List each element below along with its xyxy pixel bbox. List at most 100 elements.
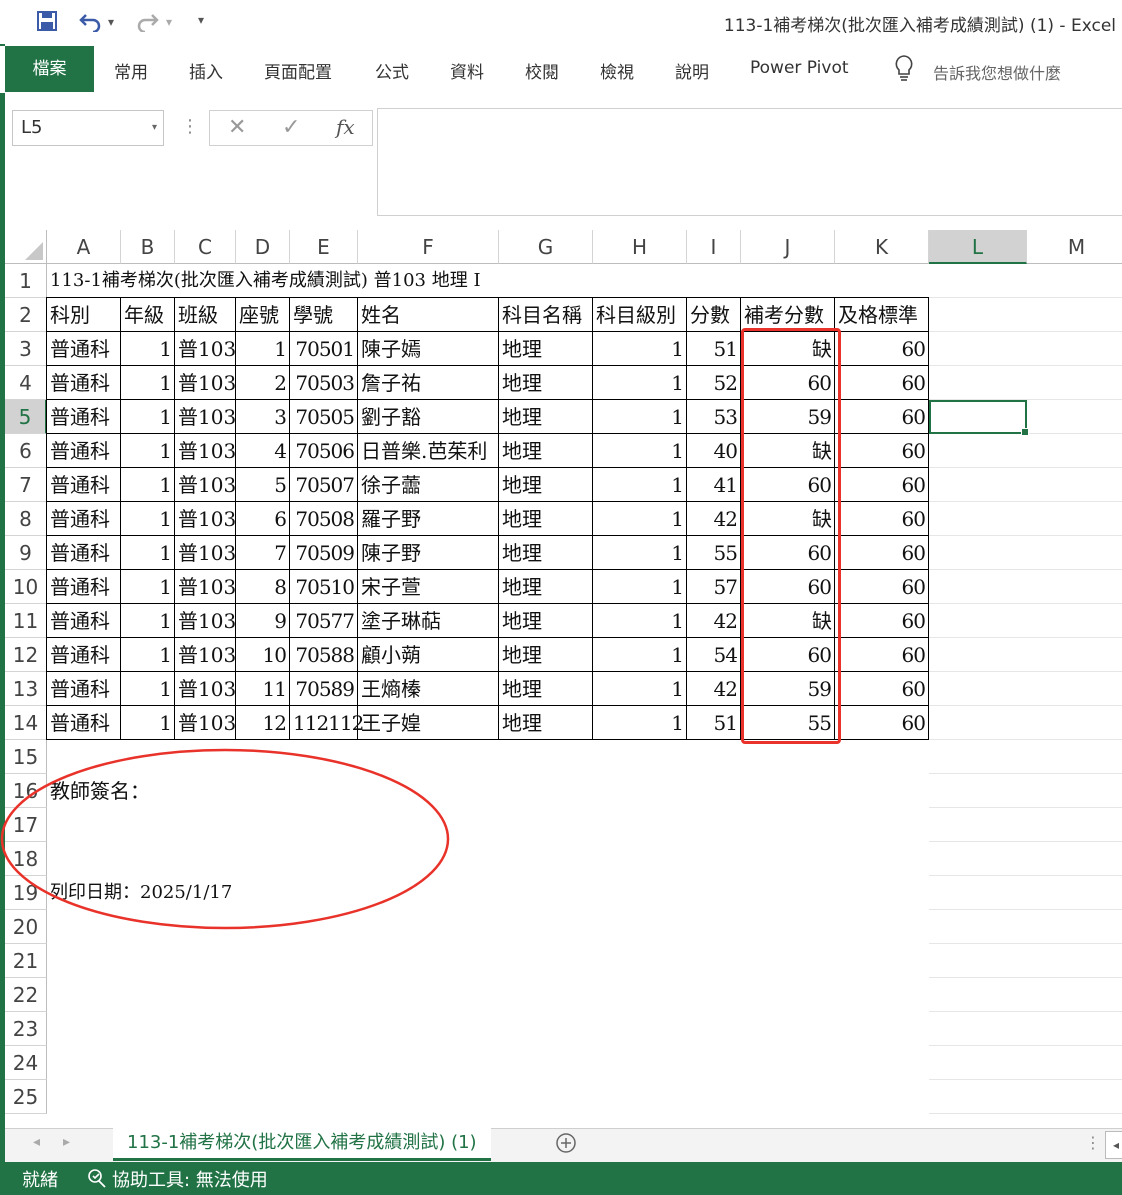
- table-cell[interactable]: 普通科: [47, 434, 121, 468]
- table-cell[interactable]: 普通科: [47, 604, 121, 638]
- customize-toolbar-icon[interactable]: ▾: [198, 13, 204, 27]
- table-cell[interactable]: 普103: [175, 706, 236, 740]
- column-header-e[interactable]: E: [290, 230, 358, 264]
- header-cell[interactable]: 姓名: [358, 298, 499, 332]
- cancel-icon[interactable]: ✕: [228, 115, 246, 140]
- row-header-25[interactable]: 25: [5, 1080, 47, 1114]
- table-cell[interactable]: 60: [835, 434, 929, 468]
- table-cell[interactable]: 9: [236, 604, 290, 638]
- table-cell[interactable]: 52: [687, 366, 741, 400]
- table-cell[interactable]: 普通科: [47, 536, 121, 570]
- table-cell[interactable]: 普103: [175, 468, 236, 502]
- redo-dropdown-icon[interactable]: ▾: [166, 15, 172, 29]
- column-header-d[interactable]: D: [236, 230, 290, 264]
- table-cell[interactable]: 5: [236, 468, 290, 502]
- tab-page-layout[interactable]: 頁面配置: [264, 58, 332, 83]
- tab-formulas[interactable]: 公式: [375, 58, 409, 83]
- table-cell[interactable]: 60: [835, 400, 929, 434]
- header-cell[interactable]: 及格標準: [835, 298, 929, 332]
- table-cell[interactable]: 普103: [175, 434, 236, 468]
- table-cell[interactable]: 1: [593, 672, 687, 706]
- active-cell-l5[interactable]: [929, 400, 1029, 436]
- row-header-9[interactable]: 9: [5, 536, 47, 570]
- table-cell[interactable]: 54: [687, 638, 741, 672]
- table-cell[interactable]: 普103: [175, 502, 236, 536]
- column-header-b[interactable]: B: [121, 230, 175, 264]
- formula-bar-grip-icon[interactable]: ⋮: [181, 116, 199, 137]
- table-cell[interactable]: 1: [236, 332, 290, 366]
- column-header-f[interactable]: F: [358, 230, 499, 264]
- table-cell[interactable]: 1: [121, 434, 175, 468]
- tab-power-pivot[interactable]: Power Pivot: [750, 58, 849, 78]
- table-cell[interactable]: 地理: [499, 536, 593, 570]
- table-cell[interactable]: 地理: [499, 468, 593, 502]
- table-cell[interactable]: 王子媓: [358, 706, 499, 740]
- table-cell[interactable]: 普103: [175, 332, 236, 366]
- table-cell[interactable]: 普通科: [47, 672, 121, 706]
- table-cell[interactable]: 1: [593, 332, 687, 366]
- column-header-g[interactable]: G: [499, 230, 593, 264]
- table-cell[interactable]: 1: [593, 366, 687, 400]
- column-header-i[interactable]: I: [687, 230, 741, 264]
- table-cell[interactable]: 普103: [175, 604, 236, 638]
- fill-handle[interactable]: [1021, 428, 1029, 436]
- table-cell[interactable]: 51: [687, 706, 741, 740]
- table-cell[interactable]: 70588: [290, 638, 358, 672]
- table-cell[interactable]: 60: [835, 332, 929, 366]
- table-cell[interactable]: 普103: [175, 672, 236, 706]
- header-cell[interactable]: 學號: [290, 298, 358, 332]
- table-cell[interactable]: 60: [835, 706, 929, 740]
- table-cell[interactable]: 60: [835, 604, 929, 638]
- scroll-left-icon[interactable]: ◂: [33, 1134, 40, 1150]
- table-cell[interactable]: 1: [593, 468, 687, 502]
- table-cell[interactable]: 11: [236, 672, 290, 706]
- table-cell[interactable]: 70506: [290, 434, 358, 468]
- table-cell[interactable]: 劉子豁: [358, 400, 499, 434]
- table-cell[interactable]: 羅子野: [358, 502, 499, 536]
- column-header-m[interactable]: M: [1027, 230, 1122, 264]
- tab-data[interactable]: 資料: [450, 58, 484, 83]
- table-cell[interactable]: 10: [236, 638, 290, 672]
- accessibility-status[interactable]: 協助工具: 無法使用: [112, 1166, 268, 1192]
- header-cell[interactable]: 科別: [47, 298, 121, 332]
- table-cell[interactable]: 徐子蘦: [358, 468, 499, 502]
- row-header-21[interactable]: 21: [5, 944, 47, 978]
- table-cell[interactable]: 60: [835, 502, 929, 536]
- header-cell[interactable]: 班級: [175, 298, 236, 332]
- sheet-tab-active[interactable]: 113-1補考梯次(批次匯入補考成績測試) (1): [113, 1128, 491, 1161]
- table-cell[interactable]: 地理: [499, 434, 593, 468]
- table-cell[interactable]: 3: [236, 400, 290, 434]
- row-header-1[interactable]: 1: [5, 264, 47, 298]
- table-cell[interactable]: 60: [835, 366, 929, 400]
- table-cell[interactable]: 陳子野: [358, 536, 499, 570]
- row-header-4[interactable]: 4: [5, 366, 47, 400]
- table-cell[interactable]: 普103: [175, 536, 236, 570]
- table-cell[interactable]: 70510: [290, 570, 358, 604]
- table-cell[interactable]: 40: [687, 434, 741, 468]
- save-icon[interactable]: [36, 10, 58, 37]
- table-cell[interactable]: 2: [236, 366, 290, 400]
- tab-help[interactable]: 說明: [675, 58, 709, 83]
- table-cell[interactable]: 1: [121, 638, 175, 672]
- table-cell[interactable]: 12: [236, 706, 290, 740]
- undo-dropdown-icon[interactable]: ▾: [108, 15, 114, 29]
- table-cell[interactable]: 57: [687, 570, 741, 604]
- table-cell[interactable]: 普103: [175, 570, 236, 604]
- table-cell[interactable]: 42: [687, 502, 741, 536]
- table-cell[interactable]: 宋子萱: [358, 570, 499, 604]
- table-cell[interactable]: 55: [687, 536, 741, 570]
- tab-review[interactable]: 校閱: [525, 58, 559, 83]
- table-cell[interactable]: 1: [121, 706, 175, 740]
- header-cell[interactable]: 年級: [121, 298, 175, 332]
- table-cell[interactable]: 60: [835, 570, 929, 604]
- table-cell[interactable]: 70505: [290, 400, 358, 434]
- table-cell[interactable]: 42: [687, 604, 741, 638]
- table-cell[interactable]: 70507: [290, 468, 358, 502]
- table-cell[interactable]: 6: [236, 502, 290, 536]
- row-header-13[interactable]: 13: [5, 672, 47, 706]
- table-cell[interactable]: 1: [121, 468, 175, 502]
- table-cell[interactable]: 70503: [290, 366, 358, 400]
- table-cell[interactable]: 普通科: [47, 570, 121, 604]
- table-cell[interactable]: 60: [835, 536, 929, 570]
- table-cell[interactable]: 70508: [290, 502, 358, 536]
